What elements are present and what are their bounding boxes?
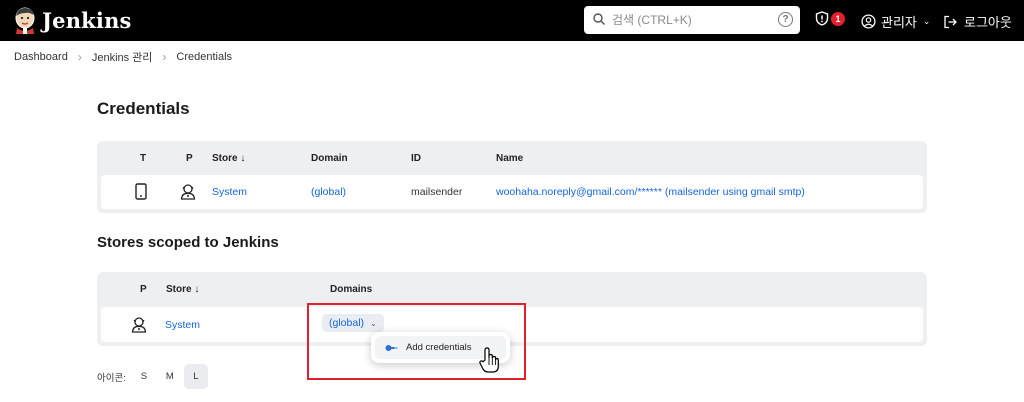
search-input[interactable]: [612, 10, 772, 30]
icon-size-selector: 아이콘: S M L: [97, 364, 208, 389]
app-name: Jenkins: [42, 7, 132, 33]
jenkins-logo-icon: [15, 7, 35, 34]
breadcrumb-dashboard[interactable]: Dashboard: [14, 51, 68, 63]
column-header-domain[interactable]: Domain: [311, 153, 348, 164]
chevron-right-icon: ›: [77, 50, 82, 64]
shield-alert-icon: [815, 11, 829, 26]
breadcrumb-credentials[interactable]: Credentials: [176, 51, 232, 63]
search-icon: [593, 13, 606, 26]
column-header-store[interactable]: Store ↓: [212, 153, 245, 164]
domain-link[interactable]: (global): [311, 186, 346, 198]
jenkins-logo-link[interactable]: Jenkins: [12, 6, 132, 34]
user-gear-icon: [131, 317, 147, 333]
store-link[interactable]: System: [212, 186, 247, 198]
help-icon[interactable]: ?: [778, 12, 793, 27]
column-header-id[interactable]: ID: [411, 153, 421, 164]
column-header-type: T: [140, 153, 147, 164]
user-gear-icon: [180, 184, 196, 200]
credentials-table: T P Store ↓ Domain ID Name System (globa…: [97, 141, 927, 213]
column-header-name[interactable]: Name: [496, 153, 523, 164]
table-row: System (global) mailsender woohaha.norep…: [101, 175, 923, 209]
icon-size-l-button[interactable]: L: [183, 364, 208, 389]
column-header-domains: Domains: [330, 284, 373, 295]
icon-size-label: 아이콘:: [97, 372, 126, 384]
security-alert-button[interactable]: 1: [815, 11, 845, 26]
chevron-down-icon: ⌄: [922, 16, 931, 26]
logout-icon: [944, 15, 957, 28]
icon-size-s-button[interactable]: S: [132, 364, 156, 389]
logout-button[interactable]: 로그아웃: [943, 12, 1012, 31]
credentials-title: Credentials: [97, 99, 190, 118]
user-circle-icon: [861, 14, 876, 29]
store-link[interactable]: System: [165, 319, 200, 331]
search-box[interactable]: ?: [584, 6, 800, 34]
stores-title: Stores scoped to Jenkins: [97, 234, 279, 251]
credential-id: mailsender: [411, 186, 463, 198]
user-name: 관리자: [881, 15, 917, 30]
column-header-provider: P: [186, 153, 193, 164]
logout-label: 로그아웃: [964, 15, 1012, 30]
phone-icon: [135, 183, 147, 200]
chevron-right-icon: ›: [162, 50, 167, 64]
breadcrumb-manage-jenkins[interactable]: Jenkins 관리: [92, 49, 153, 65]
column-header-store[interactable]: Store ↓: [166, 284, 199, 295]
column-header-provider: P: [140, 284, 147, 295]
top-bar: Jenkins ? 1 관리자 ⌄ 로그아웃: [0, 0, 1024, 41]
credential-name-link[interactable]: woohaha.noreply@gmail.com/****** (mailse…: [496, 186, 805, 198]
user-menu[interactable]: 관리자 ⌄: [861, 12, 930, 31]
breadcrumb: Dashboard › Jenkins 관리 › Credentials: [14, 50, 232, 64]
highlight-box: [307, 303, 526, 380]
alert-count-badge: 1: [831, 11, 845, 26]
icon-size-m-button[interactable]: M: [158, 364, 182, 389]
